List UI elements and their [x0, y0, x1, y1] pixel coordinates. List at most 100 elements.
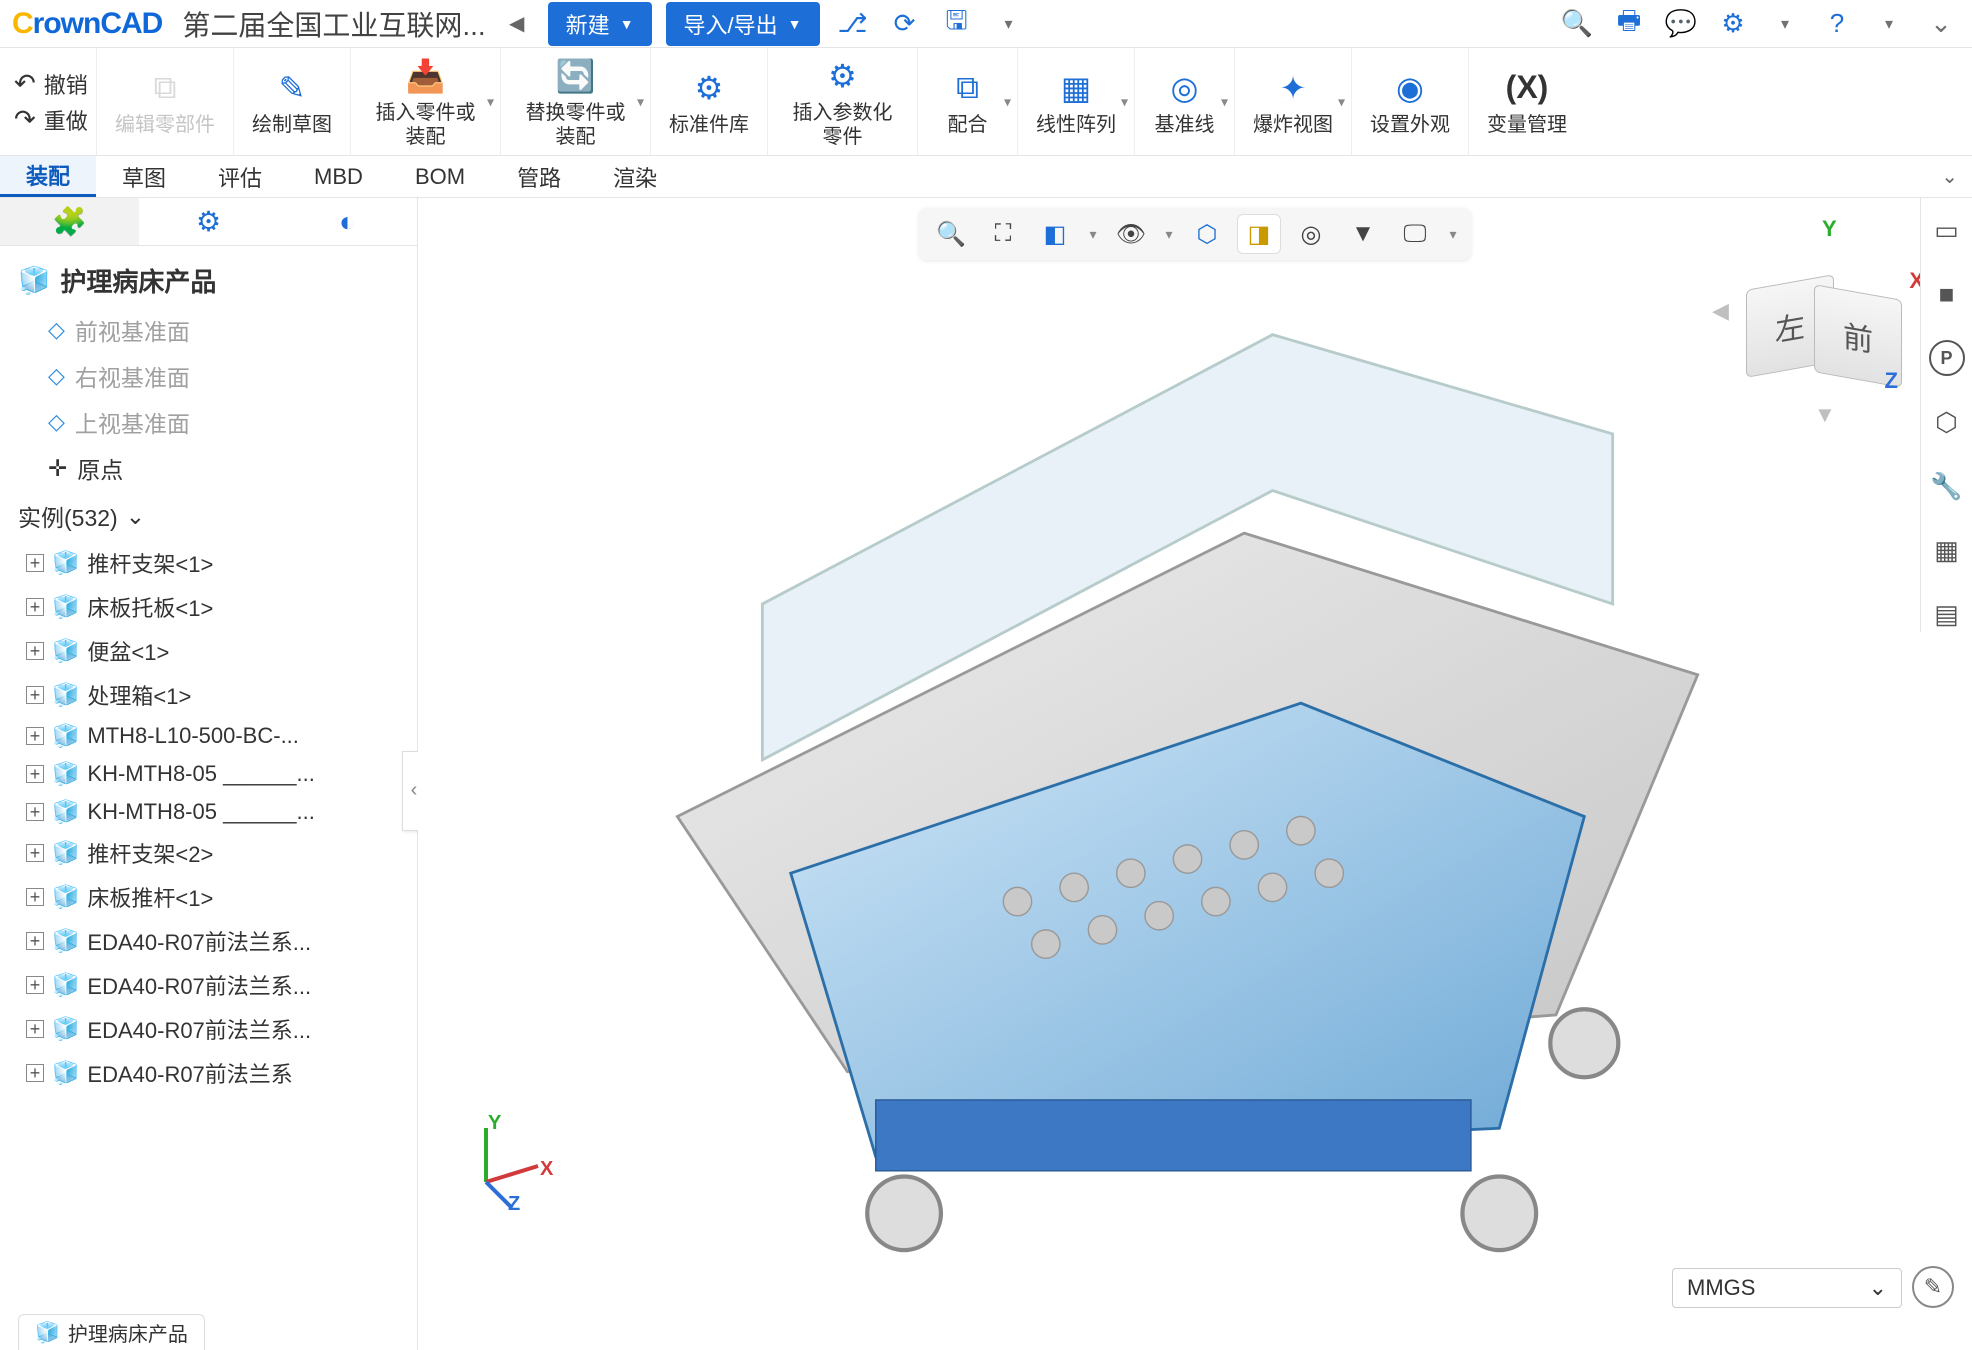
instance-item[interactable]: +🧊床板托板<1> [4, 585, 413, 629]
tab-bom[interactable]: BOM [389, 156, 491, 197]
rail-panel-icon[interactable]: ▤ [1929, 596, 1965, 632]
save-icon[interactable]: 🖫 [938, 5, 976, 43]
ribbon-replace-part[interactable]: 🔄替换零件或 装配▾ [500, 48, 650, 155]
feedback-button[interactable]: ✎ [1912, 1266, 1954, 1308]
tab-mbd[interactable]: MBD [288, 156, 389, 197]
perspective-icon[interactable]: ◎ [1289, 214, 1333, 254]
settings-icon[interactable]: ⚙ [1714, 5, 1752, 43]
tab-render[interactable]: 渲染 [587, 156, 683, 197]
ribbon-sketch[interactable]: ✎绘制草图 [233, 48, 350, 155]
screen-icon[interactable]: 🖵 [1393, 214, 1437, 254]
rail-wrench-icon[interactable]: 🔧 [1929, 468, 1965, 504]
branch-icon[interactable]: ⎇ [834, 5, 872, 43]
instance-item[interactable]: +🧊推杆支架<1> [4, 541, 413, 585]
instances-header[interactable]: 实例(532)⌄ [4, 491, 413, 541]
ribbon-variables[interactable]: (X)变量管理 [1468, 48, 1585, 155]
tree-root-item[interactable]: 🧊护理病床产品 [4, 254, 413, 307]
undo-button[interactable]: ↶撤销 [14, 68, 88, 100]
fit-icon[interactable]: ⛶ [981, 214, 1025, 254]
instance-item[interactable]: +🧊EDA40-R07前法兰系... [4, 1007, 413, 1051]
section-icon[interactable]: ⬡ [1185, 214, 1229, 254]
tab-piping[interactable]: 管路 [491, 156, 587, 197]
ribbon-appearance[interactable]: ◉设置外观 [1351, 48, 1468, 155]
app-logo[interactable]: CrownCAD [12, 7, 162, 41]
instance-item[interactable]: +🧊床板推杆<1> [4, 875, 413, 919]
navigation-cube[interactable]: 左 前 Y X Z ◀ ▶ ▼ [1742, 228, 1912, 398]
tree-tab-display[interactable]: ◐ [278, 198, 417, 245]
save-dropdown-icon[interactable]: ▾ [990, 5, 1028, 43]
tree-plane-front[interactable]: ◇前视基准面 [4, 307, 413, 353]
tab-sketch[interactable]: 草图 [96, 156, 192, 197]
tabs-chevron-icon[interactable]: ⌄ [1941, 164, 1958, 189]
help-dropdown-icon[interactable]: ▾ [1870, 5, 1908, 43]
expand-icon[interactable]: + [26, 1064, 44, 1082]
nav-back-icon[interactable]: ◀ [500, 7, 534, 41]
redo-button[interactable]: ↷重做 [14, 104, 88, 136]
instance-item[interactable]: +🧊EDA40-R07前法兰系... [4, 919, 413, 963]
document-title[interactable]: 第二届全国工业互联网... [182, 4, 485, 44]
zoom-icon[interactable]: 🔍 [929, 214, 973, 254]
expand-icon[interactable]: + [26, 765, 44, 783]
ribbon-standard-lib[interactable]: ⚙标准件库 [650, 48, 767, 155]
ribbon-ref-geom[interactable]: ◎基准线▾ [1134, 48, 1234, 155]
print-icon[interactable]: 🖶 [1610, 5, 1648, 43]
import-export-button[interactable]: 导入/导出▼ [666, 2, 820, 46]
expand-icon[interactable]: + [26, 598, 44, 616]
instance-item[interactable]: +🧊便盆<1> [4, 629, 413, 673]
tab-evaluate[interactable]: 评估 [192, 156, 288, 197]
filter-icon[interactable]: ▼ [1341, 214, 1385, 254]
expand-icon[interactable]: + [26, 844, 44, 862]
tree-plane-right[interactable]: ◇右视基准面 [4, 353, 413, 399]
expand-icon[interactable]: + [26, 1020, 44, 1038]
tree-plane-top[interactable]: ◇上视基准面 [4, 399, 413, 445]
settings-dropdown-icon[interactable]: ▾ [1766, 5, 1804, 43]
tree-scroll[interactable]: 🧊护理病床产品 ◇前视基准面 ◇右视基准面 ◇上视基准面 ✛原点 实例(532)… [0, 246, 417, 1350]
rail-tab-icon[interactable]: ▭ [1929, 212, 1965, 248]
ribbon-insert-part[interactable]: 📥插入零件或 装配▾ [350, 48, 500, 155]
tree-tab-config[interactable]: ⚙ [139, 198, 278, 245]
cube-rotate-left-icon[interactable]: ◀ [1712, 298, 1729, 324]
ribbon-exploded-view[interactable]: ✦爆炸视图▾ [1234, 48, 1351, 155]
expand-icon[interactable]: + [26, 727, 44, 745]
view-orientation-icon[interactable]: ◧ [1033, 214, 1077, 254]
rail-video-icon[interactable]: ■ [1929, 276, 1965, 312]
search-icon[interactable]: 🔍 [1558, 5, 1596, 43]
3d-model-view[interactable] [478, 278, 1812, 1270]
instance-item[interactable]: +🧊KH-MTH8-05 ______... [4, 793, 413, 831]
chevron-down-icon[interactable]: ▾ [1161, 226, 1177, 243]
tree-origin[interactable]: ✛原点 [4, 445, 413, 491]
display-style-icon[interactable]: ◨ [1237, 214, 1281, 254]
new-button[interactable]: 新建▼ [548, 2, 652, 46]
instance-item[interactable]: +🧊EDA40-R07前法兰系... [4, 963, 413, 1007]
instance-item[interactable]: +🧊推杆支架<2> [4, 831, 413, 875]
rail-cube-icon[interactable]: ⬡ [1929, 404, 1965, 440]
expand-icon[interactable]: + [26, 976, 44, 994]
chevron-down-icon[interactable]: ▾ [1445, 226, 1461, 243]
refresh-icon[interactable]: ⟳ [886, 5, 924, 43]
ribbon-param-part[interactable]: ⚙插入参数化 零件 [767, 48, 917, 155]
units-selector[interactable]: MMGS⌄ [1672, 1268, 1902, 1308]
ribbon-mate[interactable]: ⧉配合▾ [917, 48, 1017, 155]
expand-icon[interactable]: + [26, 888, 44, 906]
expand-icon[interactable]: + [26, 686, 44, 704]
instance-item[interactable]: +🧊MTH8-L10-500-BC-... [4, 717, 413, 755]
instance-item[interactable]: +🧊EDA40-R07前法兰系 [4, 1051, 413, 1095]
chevron-down-icon[interactable]: ▾ [1085, 226, 1101, 243]
tree-tab-feature[interactable]: 🧩 [0, 198, 139, 245]
visibility-icon[interactable]: 👁 [1109, 214, 1153, 254]
rail-grid-icon[interactable]: ▦ [1929, 532, 1965, 568]
comment-icon[interactable]: 💬 [1662, 5, 1700, 43]
rail-p-icon[interactable]: P [1929, 340, 1965, 376]
cube-rotate-down-icon[interactable]: ▼ [1814, 402, 1836, 428]
axis-gizmo[interactable]: Y X Z [458, 1120, 548, 1210]
ribbon-linear-pattern[interactable]: ▦线性阵列▾ [1017, 48, 1134, 155]
bottom-document-tab[interactable]: 🧊护理病床产品 [18, 1314, 205, 1350]
expand-icon[interactable]: + [26, 642, 44, 660]
instance-item[interactable]: +🧊KH-MTH8-05 ______... [4, 755, 413, 793]
tab-assembly[interactable]: 装配 [0, 156, 96, 197]
help-icon[interactable]: ? [1818, 5, 1856, 43]
expand-icon[interactable]: + [26, 803, 44, 821]
expand-icon[interactable]: ⌄ [1922, 5, 1960, 43]
3d-viewport[interactable]: 🔍 ⛶ ◧ ▾ 👁 ▾ ⬡ ◨ ◎ ▼ 🖵 ▾ [418, 198, 1972, 1350]
expand-icon[interactable]: + [26, 932, 44, 950]
